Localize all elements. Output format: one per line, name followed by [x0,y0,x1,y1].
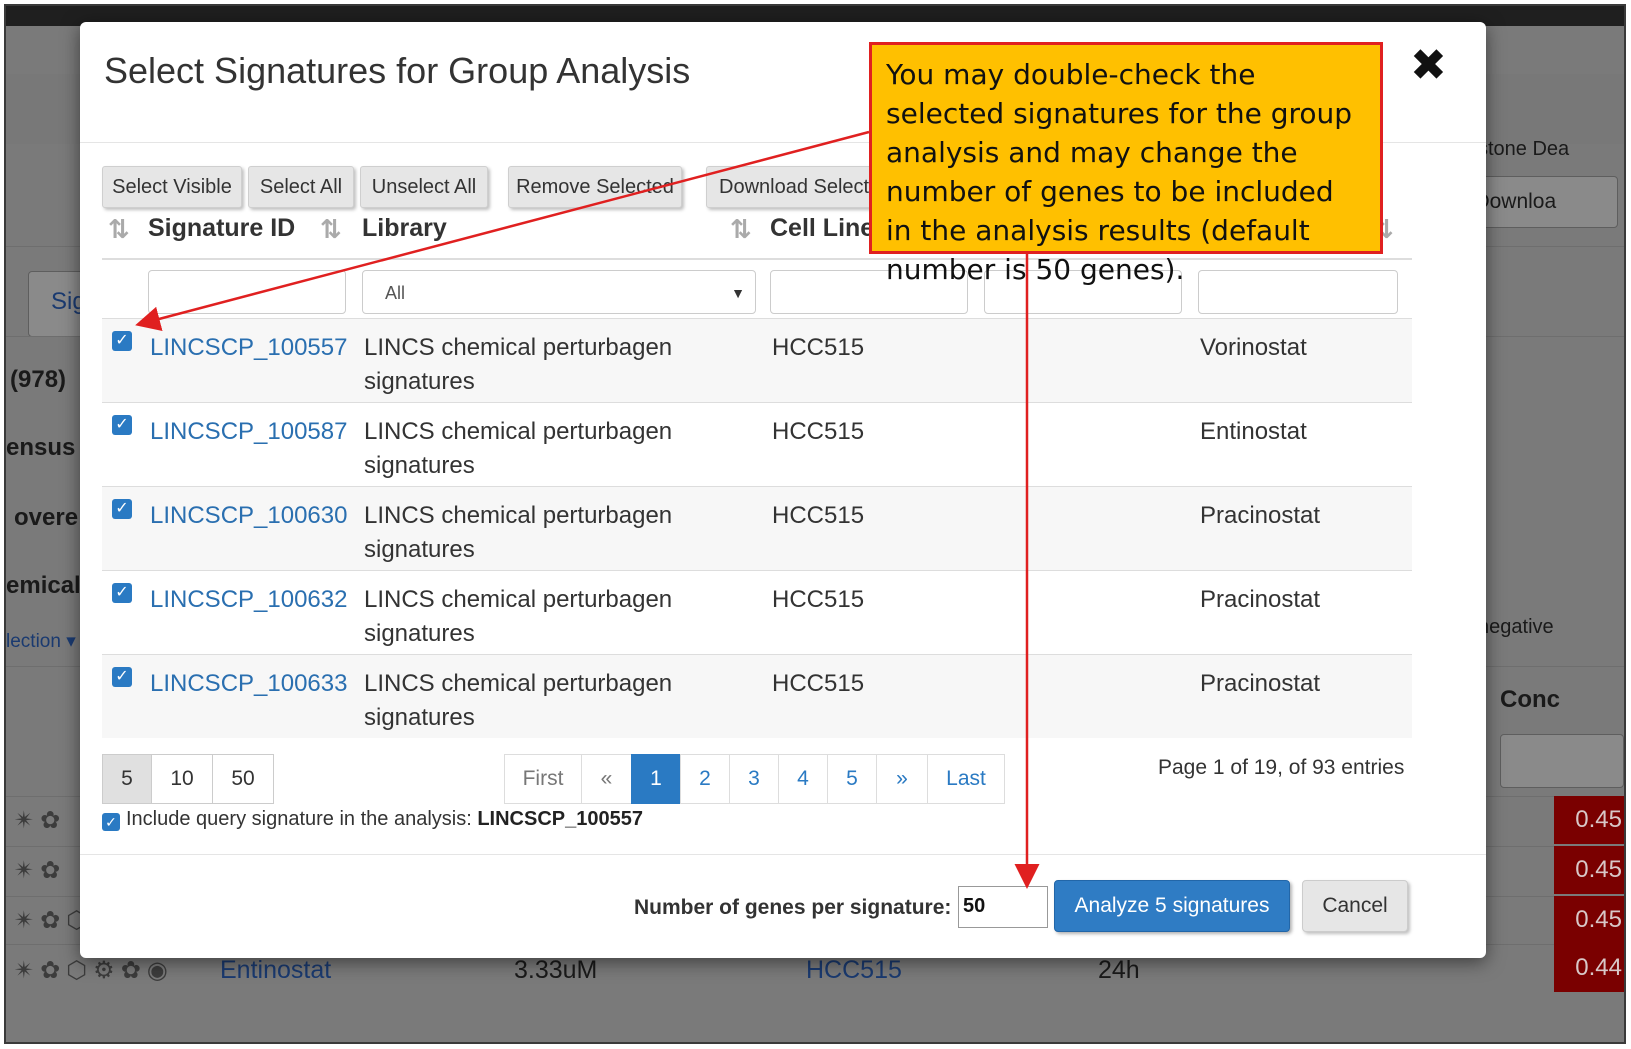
arrow-to-checkbox [135,130,870,331]
annotation-arrows [135,130,1040,889]
